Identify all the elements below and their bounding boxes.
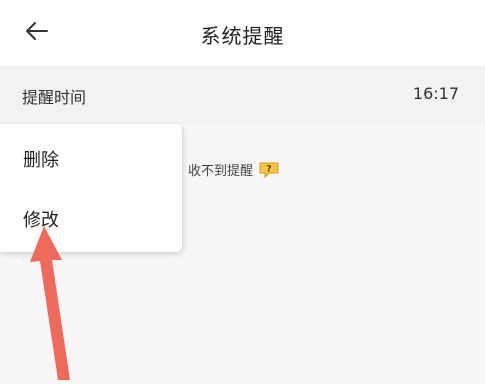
delete-label: 删除 xyxy=(23,150,59,171)
reminder-time-value: 16:17 xyxy=(412,84,459,103)
context-menu: 删除 修改 xyxy=(0,124,182,252)
edit-menu-item[interactable]: 修改 xyxy=(0,194,182,244)
delete-menu-item[interactable]: 删除 xyxy=(0,134,182,184)
hint-text: 收不到提醒 xyxy=(188,164,254,179)
top-bar: 系统提醒 xyxy=(0,0,485,66)
page-title: 系统提醒 xyxy=(200,24,285,48)
reminder-time-label: 提醒时间 xyxy=(22,88,87,107)
no-reminder-hint[interactable]: 收不到提醒 ? xyxy=(188,160,279,179)
svg-text:?: ? xyxy=(266,164,271,174)
reminder-time-row[interactable]: 提醒时间 16:17 xyxy=(0,66,485,124)
question-mark-icon[interactable]: ? xyxy=(259,162,279,178)
edit-label: 修改 xyxy=(23,210,59,231)
